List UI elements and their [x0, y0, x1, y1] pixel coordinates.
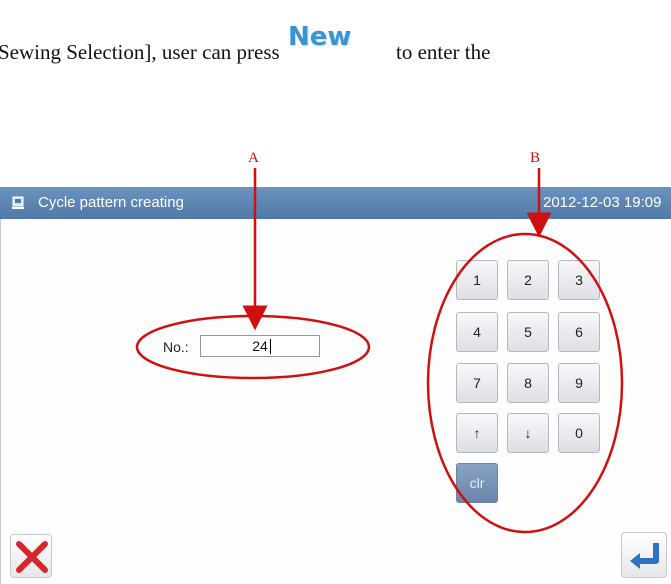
cancel-button[interactable] — [10, 534, 52, 578]
enter-return-icon — [630, 543, 659, 569]
document-text-line: Sewing Selection], user can press New to… — [0, 22, 671, 72]
key-0[interactable]: 0 — [558, 413, 600, 453]
datetime-display: 2012-12-03 19:09 — [543, 194, 662, 211]
key-clear[interactable]: clr — [456, 463, 498, 503]
text-caret — [270, 339, 271, 354]
new-icon: New — [288, 22, 352, 52]
key-1[interactable]: 1 — [456, 260, 498, 300]
cancel-x-icon — [16, 541, 48, 573]
key-7[interactable]: 7 — [456, 363, 498, 403]
document-text-after: to enter the — [396, 40, 491, 64]
callout-label-a: A — [248, 150, 259, 166]
key-6[interactable]: 6 — [558, 312, 600, 352]
key-up-arrow[interactable]: ↑ — [456, 413, 498, 453]
key-2[interactable]: 2 — [507, 260, 549, 300]
title-bar: Cycle pattern creating 2012-12-03 19:09 — [0, 187, 671, 219]
key-down-arrow[interactable]: ↓ — [507, 413, 549, 453]
window-icon — [12, 196, 24, 209]
window-title: Cycle pattern creating — [38, 194, 184, 211]
document-text-before: Sewing Selection], user can press — [0, 40, 280, 64]
key-4[interactable]: 4 — [456, 312, 498, 352]
number-label: No.: — [163, 339, 189, 355]
key-3[interactable]: 3 — [558, 260, 600, 300]
key-9[interactable]: 9 — [558, 363, 600, 403]
number-input[interactable]: 24 — [200, 335, 320, 357]
enter-button[interactable] — [621, 532, 667, 578]
callout-label-b: B — [530, 150, 541, 166]
key-8[interactable]: 8 — [507, 363, 549, 403]
key-5[interactable]: 5 — [507, 312, 549, 352]
